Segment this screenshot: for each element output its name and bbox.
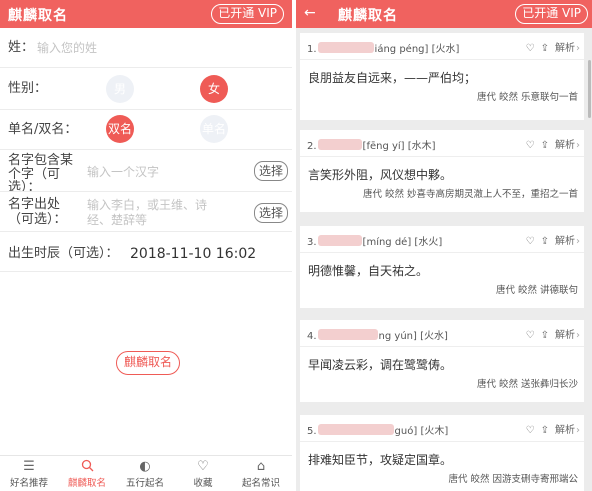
card-title: 5. guó] [火木] [307, 424, 449, 437]
gender-male-button[interactable]: 男 [106, 75, 134, 103]
search-icon [58, 459, 116, 475]
screenshot-root: 麒麟取名 已开通 VIP 姓： 输入您的姓 性别： 男 女 单名/双名： 双名 … [0, 0, 592, 491]
poem-verse: 良朋益友自远来，——严伯均； [308, 71, 477, 85]
source-select-button[interactable]: 选择 [254, 203, 288, 223]
nav-label: 麒麟取名 [67, 478, 106, 489]
scrollbar[interactable] [588, 60, 591, 118]
nav-item-knowledge[interactable]: ⌂ 起名常识 [232, 459, 290, 489]
single-name-button[interactable]: 单名 [200, 115, 228, 143]
nav-label: 五行起名 [125, 478, 164, 489]
results-title: 麒麟取名 [338, 8, 398, 24]
poem-verse: 排难知臣节，攻疑定国章。 [308, 453, 453, 467]
detail-link[interactable]: 解析 [555, 236, 575, 247]
vip-badge[interactable]: 已开通 VIP [211, 4, 284, 24]
home-icon: ⌂ [256, 459, 266, 474]
top-bar: 麒麟取名 已开通 VIP [0, 0, 292, 28]
chevron-right-icon: › [576, 425, 580, 436]
nav-item-recommend[interactable]: ☰ 好名推荐 [0, 459, 58, 489]
nav-label: 好名推荐 [9, 478, 48, 489]
yin-yang-icon: ◐ [139, 459, 151, 474]
surname-input[interactable]: 输入您的姓 [37, 40, 97, 56]
double-name-button[interactable]: 双名 [106, 115, 134, 143]
name-form-screen: 麒麟取名 已开通 VIP 姓： 输入您的姓 性别： 男 女 单名/双名： 双名 … [0, 0, 292, 491]
card-title: 1. iáng péng] [火水] [307, 42, 460, 55]
include-char-label-3: 选）： [8, 180, 41, 191]
nav-item-favorites[interactable]: ♡ 收藏 [174, 459, 232, 489]
vip-badge[interactable]: 已开通 VIP [515, 4, 588, 24]
detail-link[interactable]: 解析 [555, 330, 575, 341]
favorite-icon[interactable]: ♡ [526, 330, 535, 341]
share-icon[interactable]: ⇪ [541, 236, 549, 247]
nav-label: 收藏 [193, 478, 213, 489]
name-card[interactable]: 1. iáng péng] [火水] ♡ ⇪ 解析› 良朋益友自远来，——严伯均； 唐… [300, 33, 584, 120]
blurred-name [317, 424, 394, 435]
blurred-name [317, 139, 362, 150]
source-row: 名字出处 （可选）： 输入李白，或王维、诗 经、楚辞等 选择 [0, 192, 292, 232]
poem-source: 唐代 皎然 送张彝归长沙 [476, 379, 578, 390]
name-length-label: 单名/双名： [8, 122, 78, 137]
detail-link[interactable]: 解析 [555, 140, 575, 151]
gender-label: 性别： [8, 81, 48, 96]
detail-link[interactable]: 解析 [555, 43, 575, 54]
favorite-icon[interactable]: ♡ [526, 140, 535, 151]
gender-female-button[interactable]: 女 [200, 75, 228, 103]
gender-row: 性别： 男 女 [0, 68, 292, 110]
blurred-name [317, 329, 378, 340]
detail-link[interactable]: 解析 [555, 425, 575, 436]
poem-verse: 明德惟馨，自天祐之。 [308, 264, 429, 278]
list-icon: ☰ [23, 459, 35, 474]
blurred-name [317, 235, 362, 246]
poem-source: 唐代 皎然 乐意联句一首 [476, 92, 578, 103]
poem-verse: 言笑形外阻，风仪想中夥。 [308, 168, 453, 182]
card-title: 4. ng yún] [火水] [307, 329, 448, 342]
include-char-input[interactable]: 输入一个汉字 [87, 164, 159, 180]
chevron-right-icon: › [576, 236, 580, 247]
source-input-line2[interactable]: 经、楚辞等 [87, 212, 147, 228]
nav-item-wuxing[interactable]: ◐ 五行起名 [116, 459, 174, 489]
chevron-right-icon: › [576, 140, 580, 151]
surname-label: 姓： [8, 40, 35, 55]
bottom-nav: ☰ 好名推荐 麒麟取名 ◐ 五行起名 ♡ 收藏 ⌂ 起名常识 [0, 455, 292, 491]
heart-icon: ♡ [197, 459, 209, 474]
share-icon[interactable]: ⇪ [541, 425, 549, 436]
chevron-right-icon: › [576, 43, 580, 54]
top-bar: ← 麒麟取名 已开通 VIP [296, 0, 592, 28]
generate-name-button[interactable]: 麒麟取名 [116, 351, 180, 375]
poem-verse: 早闻凌云彩，调在鹭鹭俦。 [308, 358, 453, 372]
name-card[interactable]: 2. [fēng yí] [水木] ♡ ⇪ 解析› 言笑形外阻，风仪想中夥。 唐代 皎… [300, 130, 584, 212]
share-icon[interactable]: ⇪ [541, 140, 549, 151]
name-card[interactable]: 4. ng yún] [火水] ♡ ⇪ 解析› 早闻凌云彩，调在鹭鹭俦。 唐代 皎然 … [300, 320, 584, 402]
include-char-select-button[interactable]: 选择 [254, 161, 288, 181]
birth-label: 出生时辰（可选）： [8, 246, 119, 261]
name-card[interactable]: 5. guó] [火木] ♡ ⇪ 解析› 排难知臣节，攻疑定国章。 唐代 皎然 因游支… [300, 415, 584, 491]
include-char-row: 名字包含某 个字（可 选）： 输入一个汉字 选择 [0, 150, 292, 192]
poem-source: 唐代 皎然 讲德联句 [495, 285, 578, 296]
source-input-line1[interactable]: 输入李白，或王维、诗 [87, 197, 207, 213]
poem-source: 唐代 皎然 妙喜寺高房期灵澈上人不至，重招之一首 [362, 189, 578, 200]
source-label-2: （可选）： [8, 212, 67, 227]
nav-label: 起名常识 [241, 478, 280, 489]
blurred-name [317, 42, 374, 53]
share-icon[interactable]: ⇪ [541, 43, 549, 54]
birth-row[interactable]: 出生时辰（可选）： 2018-11-10 16:02 [0, 232, 292, 272]
app-title: 麒麟取名 [8, 8, 68, 24]
name-results-screen: ← 麒麟取名 已开通 VIP 1. iáng péng] [火水] ♡ ⇪ 解析› 良… [296, 0, 592, 491]
nav-item-qilin[interactable]: 麒麟取名 [58, 459, 116, 489]
favorite-icon[interactable]: ♡ [526, 43, 535, 54]
card-title: 2. [fēng yí] [水木] [307, 139, 436, 152]
source-label-1: 名字出处 [8, 197, 61, 212]
poem-source: 唐代 皎然 因游支硎寺寄邢端公 [448, 474, 578, 485]
card-title: 3. [míng dé] [水火] [307, 235, 443, 248]
name-length-row: 单名/双名： 双名 单名 [0, 110, 292, 150]
birth-value[interactable]: 2018-11-10 16:02 [130, 246, 256, 262]
favorite-icon[interactable]: ♡ [526, 236, 535, 247]
favorite-icon[interactable]: ♡ [526, 425, 535, 436]
share-icon[interactable]: ⇪ [541, 330, 549, 341]
chevron-right-icon: › [576, 330, 580, 341]
name-card[interactable]: 3. [míng dé] [水火] ♡ ⇪ 解析› 明德惟馨，自天祐之。 唐代 皎然 … [300, 226, 584, 308]
surname-row: 姓： 输入您的姓 [0, 28, 292, 68]
back-arrow-icon[interactable]: ← [304, 5, 316, 21]
